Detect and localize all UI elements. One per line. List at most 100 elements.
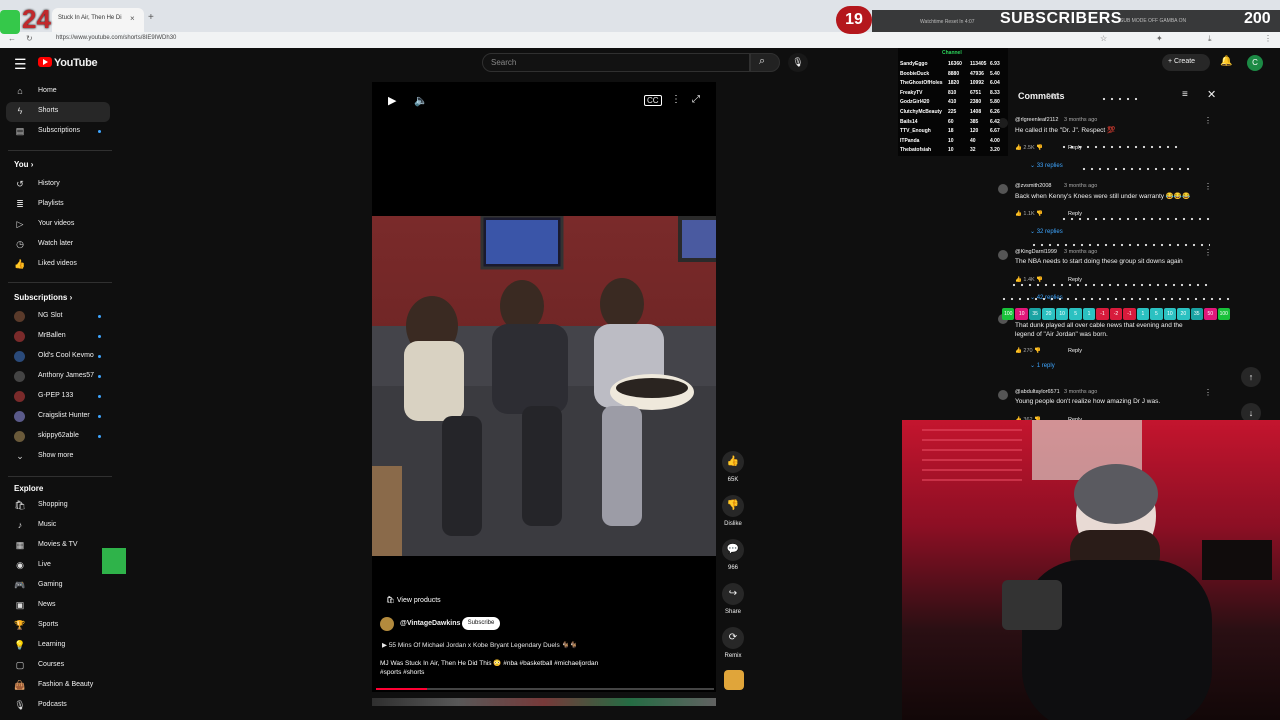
sound-thumbnail[interactable] bbox=[724, 670, 744, 690]
new-tab-icon[interactable]: + bbox=[148, 12, 154, 23]
browser-menu-icon[interactable]: ⋮ bbox=[1264, 34, 1272, 43]
reply-button[interactable]: Reply bbox=[1068, 348, 1082, 354]
video-scene-image bbox=[372, 216, 716, 556]
view-replies-button[interactable]: ⌄ 33 replies bbox=[1030, 162, 1063, 169]
sidebar-item[interactable]: ↺ History bbox=[0, 175, 120, 195]
comments-button[interactable]: 💬 966 bbox=[718, 539, 748, 571]
commenter-avatar[interactable] bbox=[998, 250, 1008, 260]
bookmark-icon[interactable]: ☆ bbox=[1100, 34, 1107, 43]
tab-close-icon[interactable]: × bbox=[130, 14, 135, 23]
close-icon[interactable]: ✕ bbox=[1207, 88, 1216, 101]
next-video-peek[interactable] bbox=[372, 698, 716, 706]
view-replies-button[interactable]: ⌄ 1 reply bbox=[1030, 362, 1055, 369]
search-icon[interactable]: ⌕ bbox=[759, 55, 765, 68]
dislike-button[interactable]: 👎 Dislike bbox=[718, 495, 748, 527]
captions-icon[interactable]: CC bbox=[644, 95, 662, 106]
scroll-up-button[interactable]: ↑ bbox=[1241, 367, 1261, 387]
play-icon[interactable]: ▶ bbox=[388, 94, 396, 107]
sidebar-item[interactable]: 🛍 Shopping bbox=[0, 496, 120, 516]
sidebar-item[interactable]: 💡 Learning bbox=[0, 636, 120, 656]
sidebar-item[interactable]: ⌂ Home bbox=[0, 82, 120, 102]
fullscreen-icon[interactable]: ⤢ bbox=[692, 94, 700, 105]
video-progress-track[interactable] bbox=[376, 688, 714, 690]
youtube-logo-text[interactable]: YouTube bbox=[54, 57, 98, 69]
sidebar-item[interactable]: ▤ Subscriptions bbox=[0, 122, 120, 142]
channel-avatar bbox=[14, 351, 25, 362]
comment-more-icon[interactable]: ⋮ bbox=[1204, 182, 1212, 191]
comment-username[interactable]: @KingDarnl1999 bbox=[1015, 249, 1057, 255]
sidebar-item[interactable]: skippy62able bbox=[0, 427, 120, 447]
sidebar-item[interactable]: 🏆 Sports bbox=[0, 616, 120, 636]
sidebar-section-header[interactable]: Subscriptions › bbox=[14, 293, 72, 302]
thumbs-down-icon[interactable]: 👎 bbox=[1033, 348, 1041, 354]
microphone-icon[interactable]: 🎙 bbox=[788, 53, 808, 72]
comment-username[interactable]: @abdultaylor6571 bbox=[1015, 389, 1060, 395]
thumbs-down-icon[interactable]: 👎 bbox=[1035, 211, 1043, 217]
stats-cell: 410 bbox=[948, 99, 957, 106]
commenter-avatar[interactable] bbox=[998, 184, 1008, 194]
create-label: Create bbox=[1174, 58, 1196, 65]
volume-icon[interactable]: 🔈 bbox=[414, 94, 428, 107]
create-button[interactable]: + Create bbox=[1162, 54, 1210, 71]
sidebar-item[interactable]: ▢ Courses bbox=[0, 656, 120, 676]
stats-cell: Thebatofsiah bbox=[900, 147, 932, 154]
new-content-dot bbox=[98, 355, 101, 358]
downloads-icon[interactable]: ⤓ bbox=[1208, 34, 1212, 44]
search-input[interactable]: Search bbox=[482, 53, 750, 72]
back-icon[interactable]: ← bbox=[8, 34, 16, 43]
view-products-button[interactable]: 🛍 View products bbox=[386, 596, 441, 604]
sidebar-section-header[interactable]: Explore bbox=[14, 484, 43, 493]
show-more-button[interactable]: ⌄ Show more bbox=[0, 447, 120, 467]
comment-like-row[interactable]: 👍 270 👎 bbox=[1015, 348, 1041, 354]
sidebar-item[interactable]: ▣ News bbox=[0, 596, 120, 616]
channel-avatar[interactable] bbox=[380, 617, 394, 631]
comment-more-icon[interactable]: ⋮ bbox=[1204, 116, 1212, 125]
comment-likes: 1.1K bbox=[1023, 211, 1035, 217]
sidebar-item[interactable]: MrBallen bbox=[0, 327, 120, 347]
new-content-dot bbox=[98, 435, 101, 438]
sidebar-section-header[interactable]: You › bbox=[14, 160, 33, 169]
sidebar-item[interactable]: Old's Cool Kevmo bbox=[0, 347, 120, 367]
url-text[interactable]: https://www.youtube.com/shorts/8IE9IWDh3… bbox=[56, 35, 176, 41]
notifications-bell-icon[interactable]: 🔔 bbox=[1220, 56, 1232, 67]
sidebar-item[interactable]: Anthony James57 bbox=[0, 367, 120, 387]
account-avatar[interactable]: C bbox=[1247, 55, 1263, 71]
reload-icon[interactable]: ↻ bbox=[26, 34, 33, 43]
remix-button[interactable]: ⟳ Remix bbox=[718, 627, 748, 659]
stats-cell: 113405 bbox=[970, 61, 987, 67]
sidebar-item[interactable]: 👜 Fashion & Beauty bbox=[0, 676, 120, 696]
video-title[interactable]: MJ Was Stuck In Air, Then He Did This 😳 … bbox=[380, 659, 598, 667]
thumbs-down-icon[interactable]: 👎 bbox=[1035, 145, 1043, 151]
comment-username[interactable]: @rlgreenleaf2112 bbox=[1015, 117, 1058, 123]
sidebar-item[interactable]: NG Slot bbox=[0, 307, 120, 327]
sidebar-item[interactable]: ◷ Watch later bbox=[0, 235, 120, 255]
comment-username[interactable]: @zvsmith2008 bbox=[1015, 183, 1051, 189]
sidebar-item[interactable]: 🎙 Podcasts bbox=[0, 696, 120, 716]
sidebar-item[interactable]: G-PEP 133 bbox=[0, 387, 120, 407]
channel-name[interactable]: @VintageDawkins bbox=[400, 620, 460, 627]
playlist-link[interactable]: ▶ 55 Mins Of Michael Jordan x Kobe Bryan… bbox=[382, 641, 578, 649]
sidebar-item[interactable]: ϟ Shorts bbox=[6, 102, 110, 122]
sidebar-item[interactable]: ≣ Playlists bbox=[0, 195, 120, 215]
sort-icon[interactable]: ≡ bbox=[1182, 89, 1188, 100]
more-options-icon[interactable]: ⋮ bbox=[671, 94, 681, 105]
comment-more-icon[interactable]: ⋮ bbox=[1204, 248, 1212, 257]
sidebar-item[interactable]: ♪ Music bbox=[0, 516, 120, 536]
menu-icon[interactable]: ☰ bbox=[14, 56, 27, 73]
comment-like-row[interactable]: 👍 2.5K 👎 bbox=[1015, 145, 1043, 151]
new-content-dot bbox=[98, 415, 101, 418]
view-replies-button[interactable]: ⌄ 32 replies bbox=[1030, 228, 1063, 235]
sidebar-item[interactable]: ▷ Your videos bbox=[0, 215, 120, 235]
extensions-icon[interactable]: ✦ bbox=[1156, 34, 1163, 43]
sidebar-item[interactable]: Craigslist Hunter bbox=[0, 407, 120, 427]
comment-like-row[interactable]: 👍 1.1K 👎 bbox=[1015, 211, 1043, 217]
like-button[interactable]: 👍 65K bbox=[718, 451, 748, 483]
sidebar-item[interactable]: 🎮 Gaming bbox=[0, 576, 120, 596]
video-hashtags[interactable]: #sports #shorts bbox=[380, 669, 424, 676]
share-button[interactable]: ↪ Share bbox=[718, 583, 748, 615]
subscribe-button[interactable]: Subscribe bbox=[462, 617, 500, 630]
commenter-avatar[interactable] bbox=[998, 390, 1008, 400]
address-bar[interactable] bbox=[0, 32, 1280, 48]
comment-more-icon[interactable]: ⋮ bbox=[1204, 388, 1212, 397]
sidebar-item[interactable]: 👍 Liked videos bbox=[0, 255, 120, 275]
